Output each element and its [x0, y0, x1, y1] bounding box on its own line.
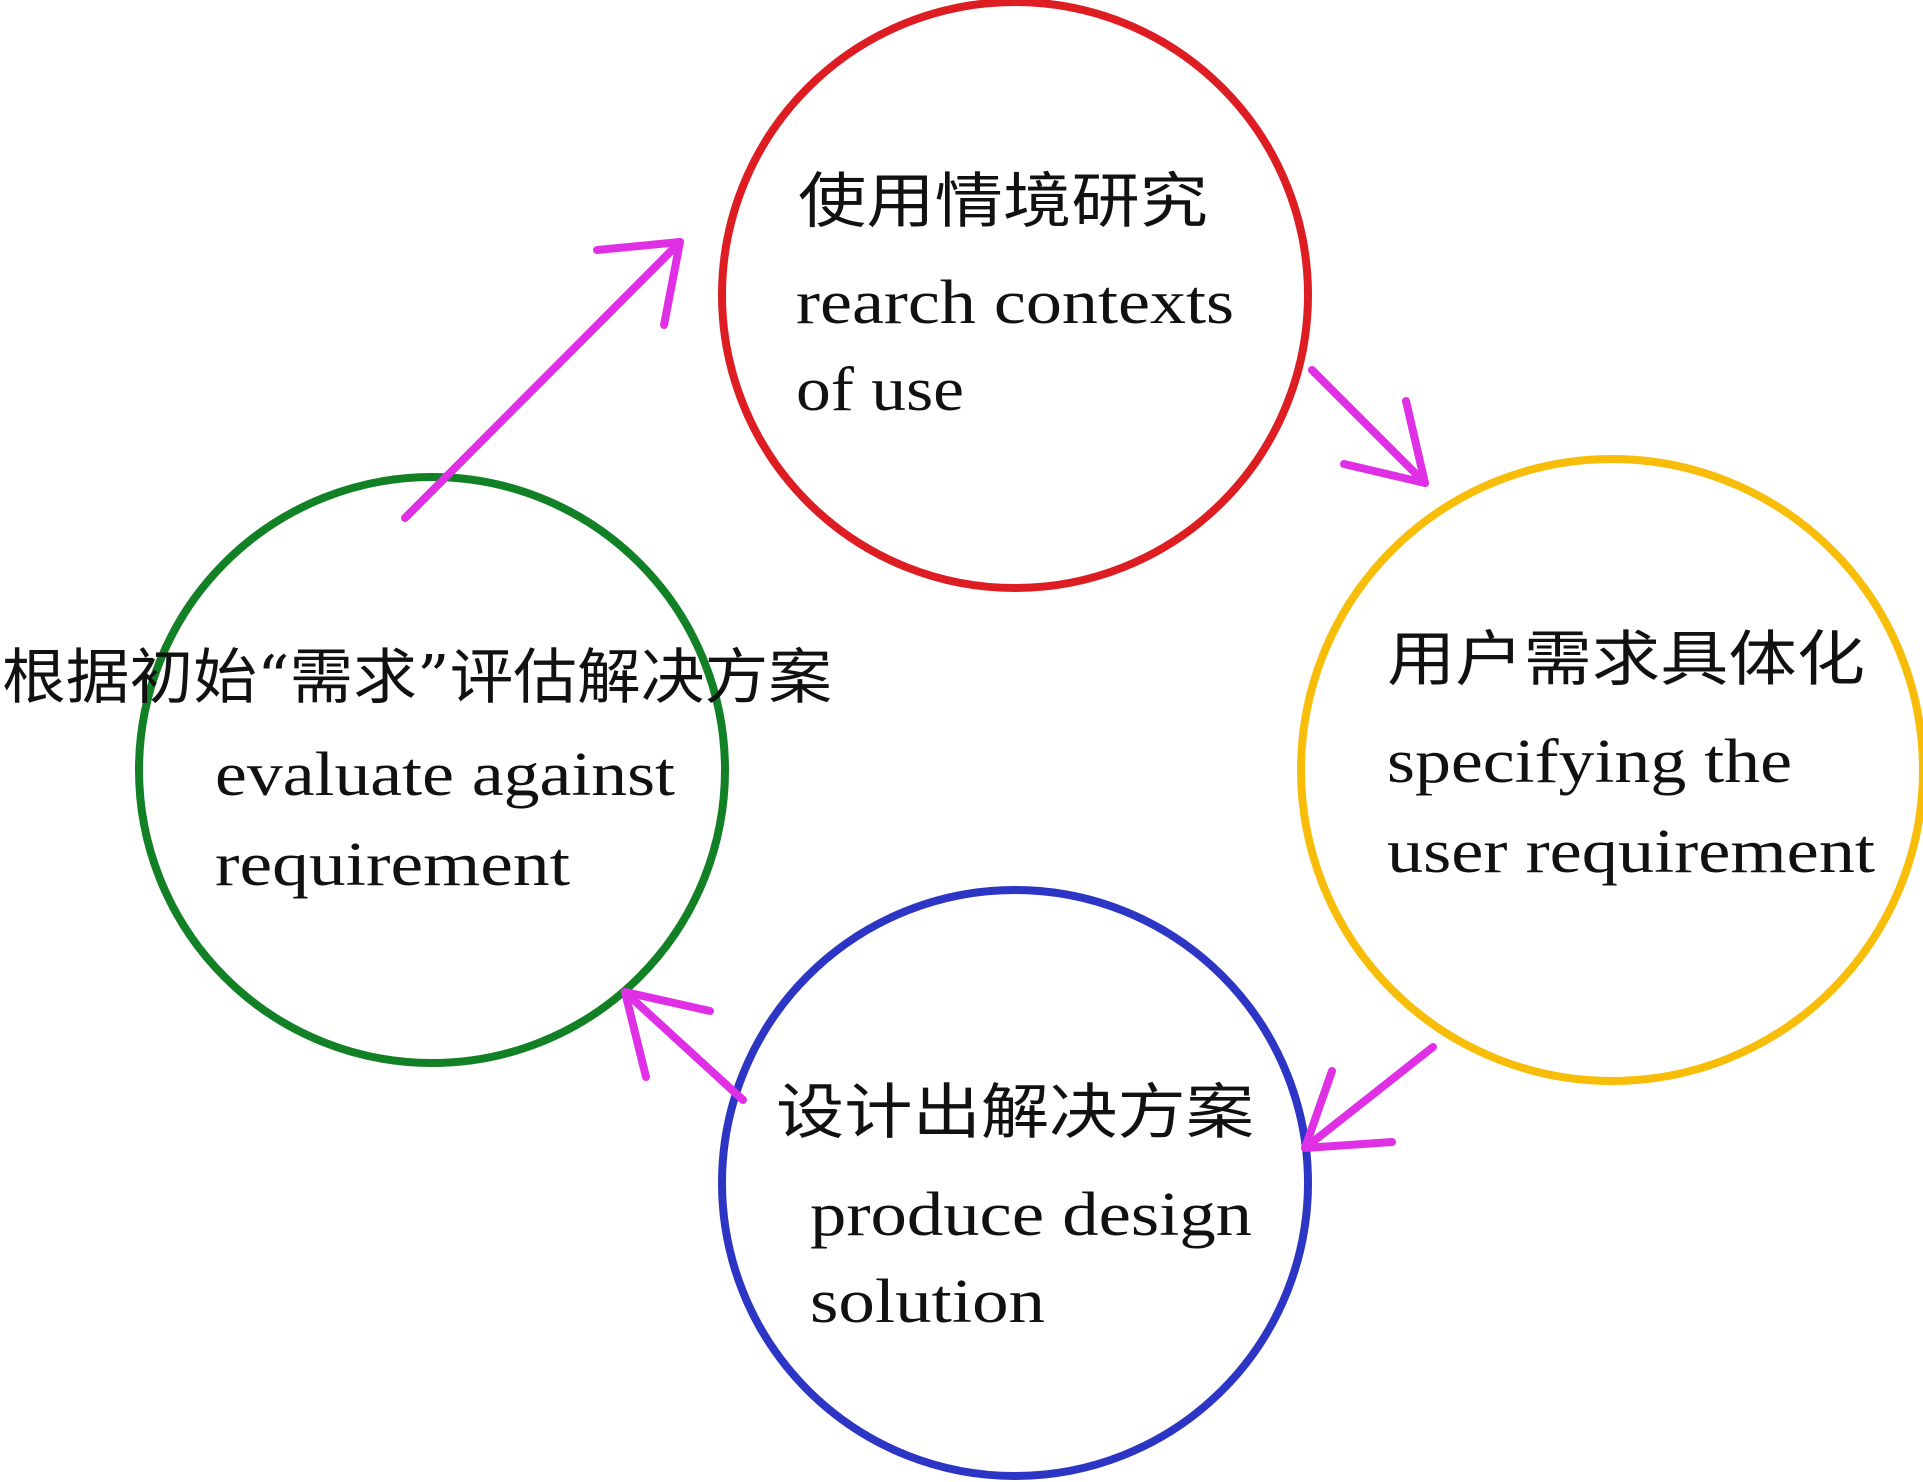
produce-zh-label: 设计出解决方案: [776, 1078, 1254, 1148]
ucd-cycle-diagram: 使用情境研究 rearch contexts of use 用户需求具体化 sp…: [2, 0, 1923, 1480]
arrow-evaluate-to-research: [401, 238, 684, 522]
specify-zh-label: 用户需求具体化: [1387, 625, 1865, 695]
specify-en-line1: specifying the: [1387, 728, 1792, 796]
produce-en-line2: solution: [810, 1268, 1045, 1336]
arrow-specify-to-produce: [1301, 1043, 1437, 1152]
research-en-line2: of use: [796, 356, 964, 424]
arrow-produce-to-evaluate: [621, 988, 747, 1104]
evaluate-en-line2: requirement: [215, 831, 570, 899]
evaluate-zh-label: 根据初始“需求”评估解决方案: [2, 643, 832, 713]
research-zh-label: 使用情境研究: [798, 167, 1208, 237]
arrow-research-to-specify: [1308, 366, 1429, 487]
specify-en-line2: user requirement: [1387, 818, 1875, 886]
produce-en-line1: produce design: [810, 1181, 1252, 1249]
evaluate-en-line1: evaluate against: [215, 741, 675, 809]
research-en-line1: rearch contexts: [796, 269, 1234, 337]
